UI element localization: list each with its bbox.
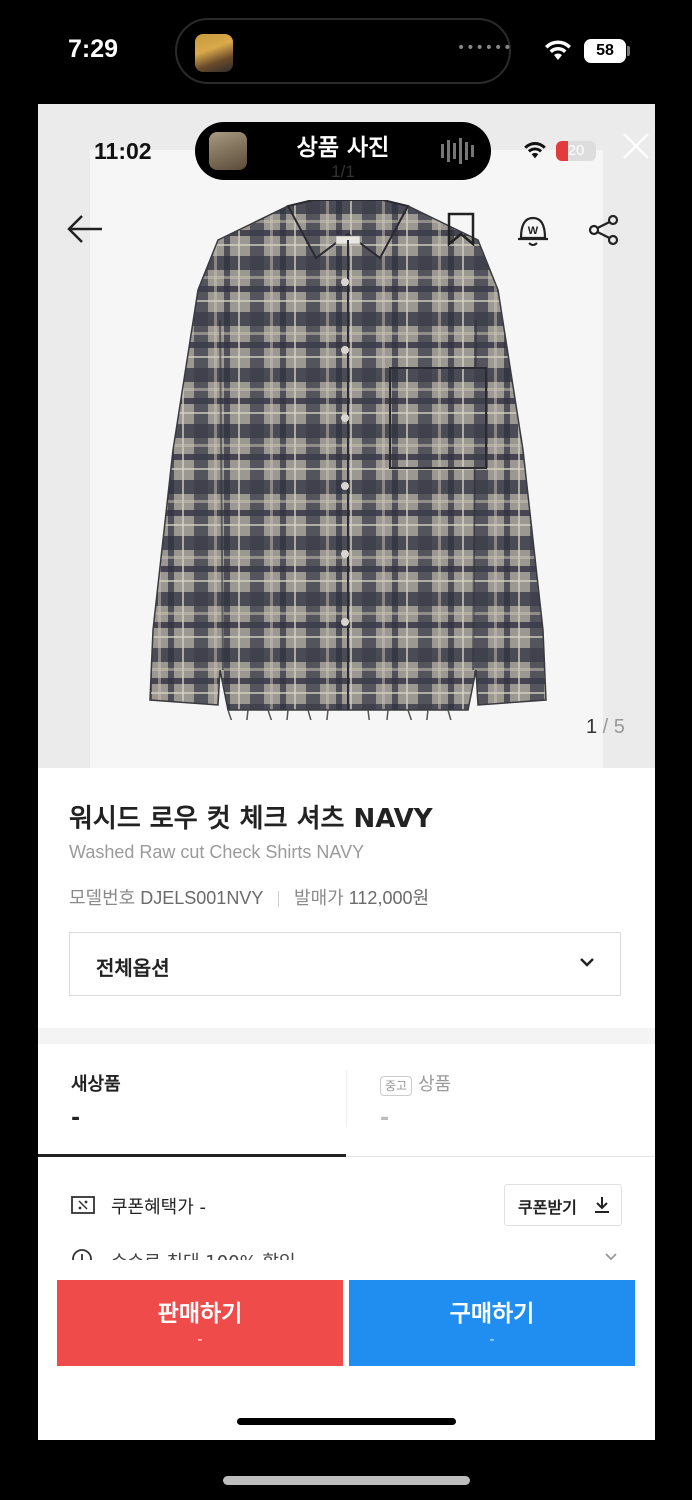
home-indicator[interactable] (223, 1476, 470, 1485)
image-page-indicator: 1 / 5 (586, 716, 625, 738)
sell-label: 판매하기 (157, 1301, 243, 1327)
tab-new-price: - (71, 1106, 81, 1131)
product-name-en: Washed Raw cut Check Shirts NAVY (69, 842, 365, 862)
section-divider (38, 1028, 655, 1044)
meta-divider (278, 891, 280, 908)
bookmark-icon[interactable] (446, 212, 476, 246)
viewer-counter: 1/1 (331, 162, 355, 181)
active-tab-underline (38, 1154, 346, 1157)
viewer-wifi-icon (524, 142, 546, 159)
product-name-kr: 워시드 로우 컷 체크 셔츠 NAVY (69, 804, 433, 834)
product-screen: 11:02 상품 사진 1/1 20 W 1 / 5 워시드 로우 컷 체크 셔… (38, 104, 655, 1440)
buy-button[interactable]: 구매하기 - (349, 1280, 635, 1366)
option-select[interactable]: 전체옵션 (69, 932, 621, 996)
bottom-action-bar: 판매하기 - 구매하기 - (38, 1260, 655, 1440)
get-coupon-label: 쿠폰받기 (518, 1198, 577, 1217)
audio-bars-icon (441, 138, 474, 164)
image-total: 5 (613, 716, 625, 738)
model-label: 모델번호 (69, 888, 136, 908)
device-status-bar: 7:29 •••••• 58 (0, 0, 692, 104)
release-label: 발매가 (294, 888, 344, 908)
buy-label: 구매하기 (449, 1301, 535, 1327)
sell-price: - (197, 1332, 203, 1348)
product-meta: 모델번호 DJELS001NVY 발매가 112,000원 (69, 884, 429, 910)
image-index: 1 (586, 716, 598, 738)
tab-new-label: 새상품 (71, 1074, 121, 1095)
get-coupon-button[interactable]: 쿠폰받기 (504, 1184, 622, 1226)
download-icon (595, 1197, 609, 1213)
dynamic-island[interactable]: •••••• (175, 18, 513, 84)
battery-nub (627, 46, 630, 56)
inner-home-indicator (237, 1418, 456, 1425)
tab-used-price: - (380, 1106, 390, 1131)
battery-indicator: 58 (584, 39, 626, 63)
tab-used-title: 중고 상품 (380, 1070, 451, 1096)
svg-text:W: W (528, 225, 539, 237)
option-select-label: 전체옵션 (96, 956, 170, 980)
model-value: DJELS001NVY (140, 888, 264, 908)
coupon-icon (71, 1196, 95, 1214)
coupon-price-label: 쿠폰혜택가 - (111, 1197, 207, 1218)
release-price: 112,000원 (348, 888, 430, 908)
viewer-battery-icon: 20 (556, 141, 596, 161)
alarm-bell-icon[interactable]: W (516, 212, 550, 248)
sell-button[interactable]: 판매하기 - (57, 1280, 343, 1366)
viewer-battery-text: 20 (567, 142, 585, 159)
tab-new-product[interactable]: 새상품 - (38, 1044, 346, 1158)
viewer-status-time: 11:02 (94, 138, 152, 164)
product-photo-area[interactable]: 11:02 상품 사진 1/1 20 W 1 / 5 (38, 104, 655, 768)
coupon-row: 쿠폰혜택가 - 쿠폰받기 (38, 1182, 655, 1230)
close-icon[interactable] (620, 130, 652, 162)
share-icon[interactable] (588, 214, 620, 246)
now-playing-thumbnail (195, 34, 233, 72)
wifi-icon (545, 40, 571, 60)
price-tabs: 새상품 - 중고 상품 - (38, 1044, 655, 1158)
used-badge: 중고 (380, 1076, 413, 1096)
chevron-down-icon (580, 958, 594, 967)
audio-wave-icon: •••••• (457, 40, 513, 56)
device-time: 7:29 (68, 35, 119, 63)
back-arrow-icon[interactable] (66, 214, 104, 244)
tab-used-label: 상품 (418, 1074, 452, 1095)
product-image-shirt (149, 200, 547, 720)
buy-price: - (489, 1332, 495, 1348)
tab-used-product[interactable]: 중고 상품 - (347, 1044, 655, 1158)
